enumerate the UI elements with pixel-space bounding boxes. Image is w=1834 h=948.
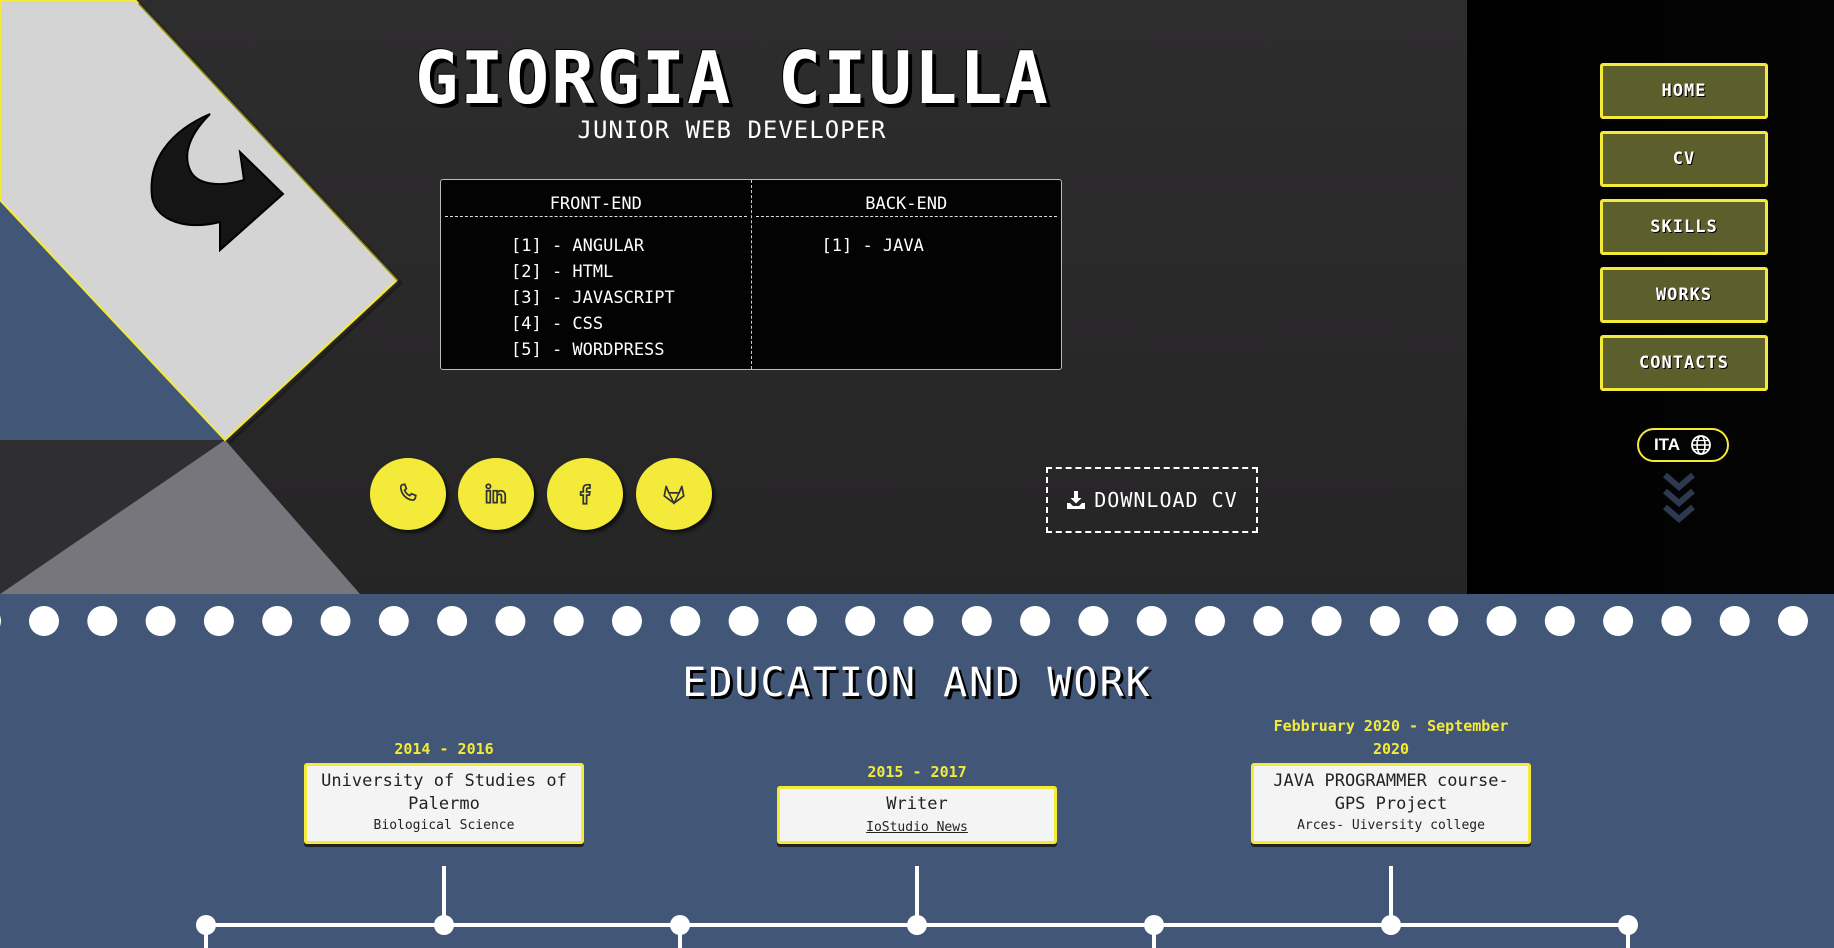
timeline-card: University of Studies of Palermo Biologi… — [304, 763, 584, 844]
facebook-button[interactable] — [547, 458, 623, 530]
scroll-down-icon[interactable] — [1662, 471, 1696, 527]
gitlab-icon — [663, 485, 685, 505]
perforation-dot — [1253, 606, 1284, 636]
timeline-node — [670, 915, 690, 935]
gitlab-button[interactable] — [636, 458, 712, 530]
card-link[interactable]: IoStudio News — [866, 820, 968, 835]
perforation-dot — [437, 606, 468, 636]
timeline-node — [1618, 915, 1638, 935]
perforation-dot — [612, 606, 642, 636]
timeline-node — [434, 915, 454, 935]
card-subtitle: Arces- Uiversity college — [1297, 818, 1485, 833]
nav-home[interactable]: HOME — [1600, 63, 1768, 119]
card-title: JAVA PROGRAMMER course- GPS Project — [1273, 771, 1509, 814]
entry-date-line: Febbruary 2020 - September — [1273, 717, 1509, 735]
section-title: EDUCATION AND WORK — [682, 660, 1152, 706]
perforation-dot — [0, 615, 1, 627]
entry-date-line: 2020 — [1372, 740, 1410, 758]
perforation-dot — [87, 606, 118, 636]
perforation-dot — [378, 606, 409, 636]
nav-skills[interactable]: SKILLS — [1600, 199, 1768, 255]
facebook-icon — [579, 483, 591, 505]
frontend-column: FRONT-END [1] - ANGULAR [2] - HTML [3] -… — [441, 180, 752, 369]
perforation-dot — [1311, 606, 1342, 636]
entry-date: Febbruary 2020 - September 2020 — [1251, 715, 1531, 761]
download-cv-label: DOWNLOAD CV — [1094, 488, 1238, 512]
card-subtitle: Biological Science — [373, 818, 515, 833]
download-icon — [1067, 491, 1086, 509]
card-title: University of Studies of Palermo — [321, 771, 567, 814]
timeline-node — [1381, 915, 1401, 935]
perforation-dot — [670, 606, 701, 636]
skill-item: [4] - CSS — [511, 314, 604, 334]
nav-cv[interactable]: CV — [1600, 131, 1768, 187]
perforation-dots — [0, 606, 1808, 636]
entry-date: 2014 - 2016 — [394, 740, 494, 758]
perforation-dot — [1544, 606, 1575, 636]
perforation-dot — [961, 606, 992, 636]
perforation-dot — [903, 606, 934, 636]
perforation-dot — [1778, 606, 1808, 636]
globe-icon — [1691, 435, 1711, 455]
skill-item: [1] - ANGULAR — [511, 236, 645, 256]
phone-icon — [399, 483, 417, 501]
backend-list: [1] - JAVA — [822, 233, 1062, 259]
timeline-node — [907, 915, 927, 935]
timeline — [196, 866, 1638, 948]
perforation-dot — [203, 606, 234, 636]
phone-button[interactable] — [370, 458, 446, 530]
frontend-list: [1] - ANGULAR [2] - HTML [3] - JAVASCRIP… — [511, 233, 751, 363]
perforation-dot — [1195, 606, 1225, 636]
skill-item: [5] - WORDPRESS — [511, 340, 665, 360]
decorative-shapes — [0, 0, 404, 594]
perforation-dot — [495, 606, 526, 636]
perforation-dot — [845, 606, 876, 636]
timeline-card: Writer IoStudio News — [777, 786, 1057, 844]
perforation-dot — [1486, 606, 1517, 636]
language-label: ITA — [1653, 435, 1681, 454]
linkedin-button[interactable] — [458, 458, 534, 530]
perforation-dot — [1136, 606, 1167, 636]
nav-contacts[interactable]: CONTACTS — [1600, 335, 1768, 391]
perforation-dot — [145, 606, 176, 636]
skill-item: [2] - HTML — [511, 262, 614, 282]
perforation-dot — [1603, 606, 1634, 636]
linkedin-icon — [485, 483, 507, 504]
perforation-dot — [1719, 606, 1750, 636]
language-toggle[interactable]: ITA — [1637, 428, 1729, 462]
perforation-dot — [786, 606, 817, 636]
perforation-dot — [1428, 606, 1459, 636]
entry-date: 2015 - 2017 — [867, 763, 967, 781]
timeline-card: JAVA PROGRAMMER course- GPS Project Arce… — [1251, 763, 1531, 844]
perforation-dot — [1661, 606, 1692, 636]
frontend-title: FRONT-END — [445, 194, 747, 217]
perforation-dot — [320, 606, 351, 636]
perforation-dot — [1078, 606, 1109, 636]
skill-item: [1] - JAVA — [821, 236, 924, 256]
timeline-node — [196, 915, 216, 935]
perforation-dot — [553, 606, 584, 636]
skill-item: [3] - JAVASCRIPT — [511, 288, 675, 308]
timeline-node — [1144, 915, 1164, 935]
perforation-dot — [1369, 606, 1400, 636]
backend-title: BACK-END — [755, 194, 1057, 217]
page-subtitle: JUNIOR WEB DEVELOPER — [577, 116, 887, 144]
perforation-dot — [1020, 606, 1051, 636]
perforation-dot — [728, 606, 759, 636]
card-title: Writer — [886, 794, 948, 814]
skills-terminal: FRONT-END [1] - ANGULAR [2] - HTML [3] -… — [440, 179, 1062, 370]
nav-works[interactable]: WORKS — [1600, 267, 1768, 323]
page-title: GIORGIA CIULLA — [415, 36, 1050, 120]
backend-column: BACK-END [1] - JAVA — [752, 180, 1062, 369]
perforation-dot — [262, 606, 293, 636]
download-cv-button[interactable]: DOWNLOAD CV — [1046, 467, 1258, 533]
perforation-dot — [29, 606, 59, 636]
hero-section: GIORGIA CIULLA JUNIOR WEB DEVELOPER FRON… — [0, 0, 1834, 594]
